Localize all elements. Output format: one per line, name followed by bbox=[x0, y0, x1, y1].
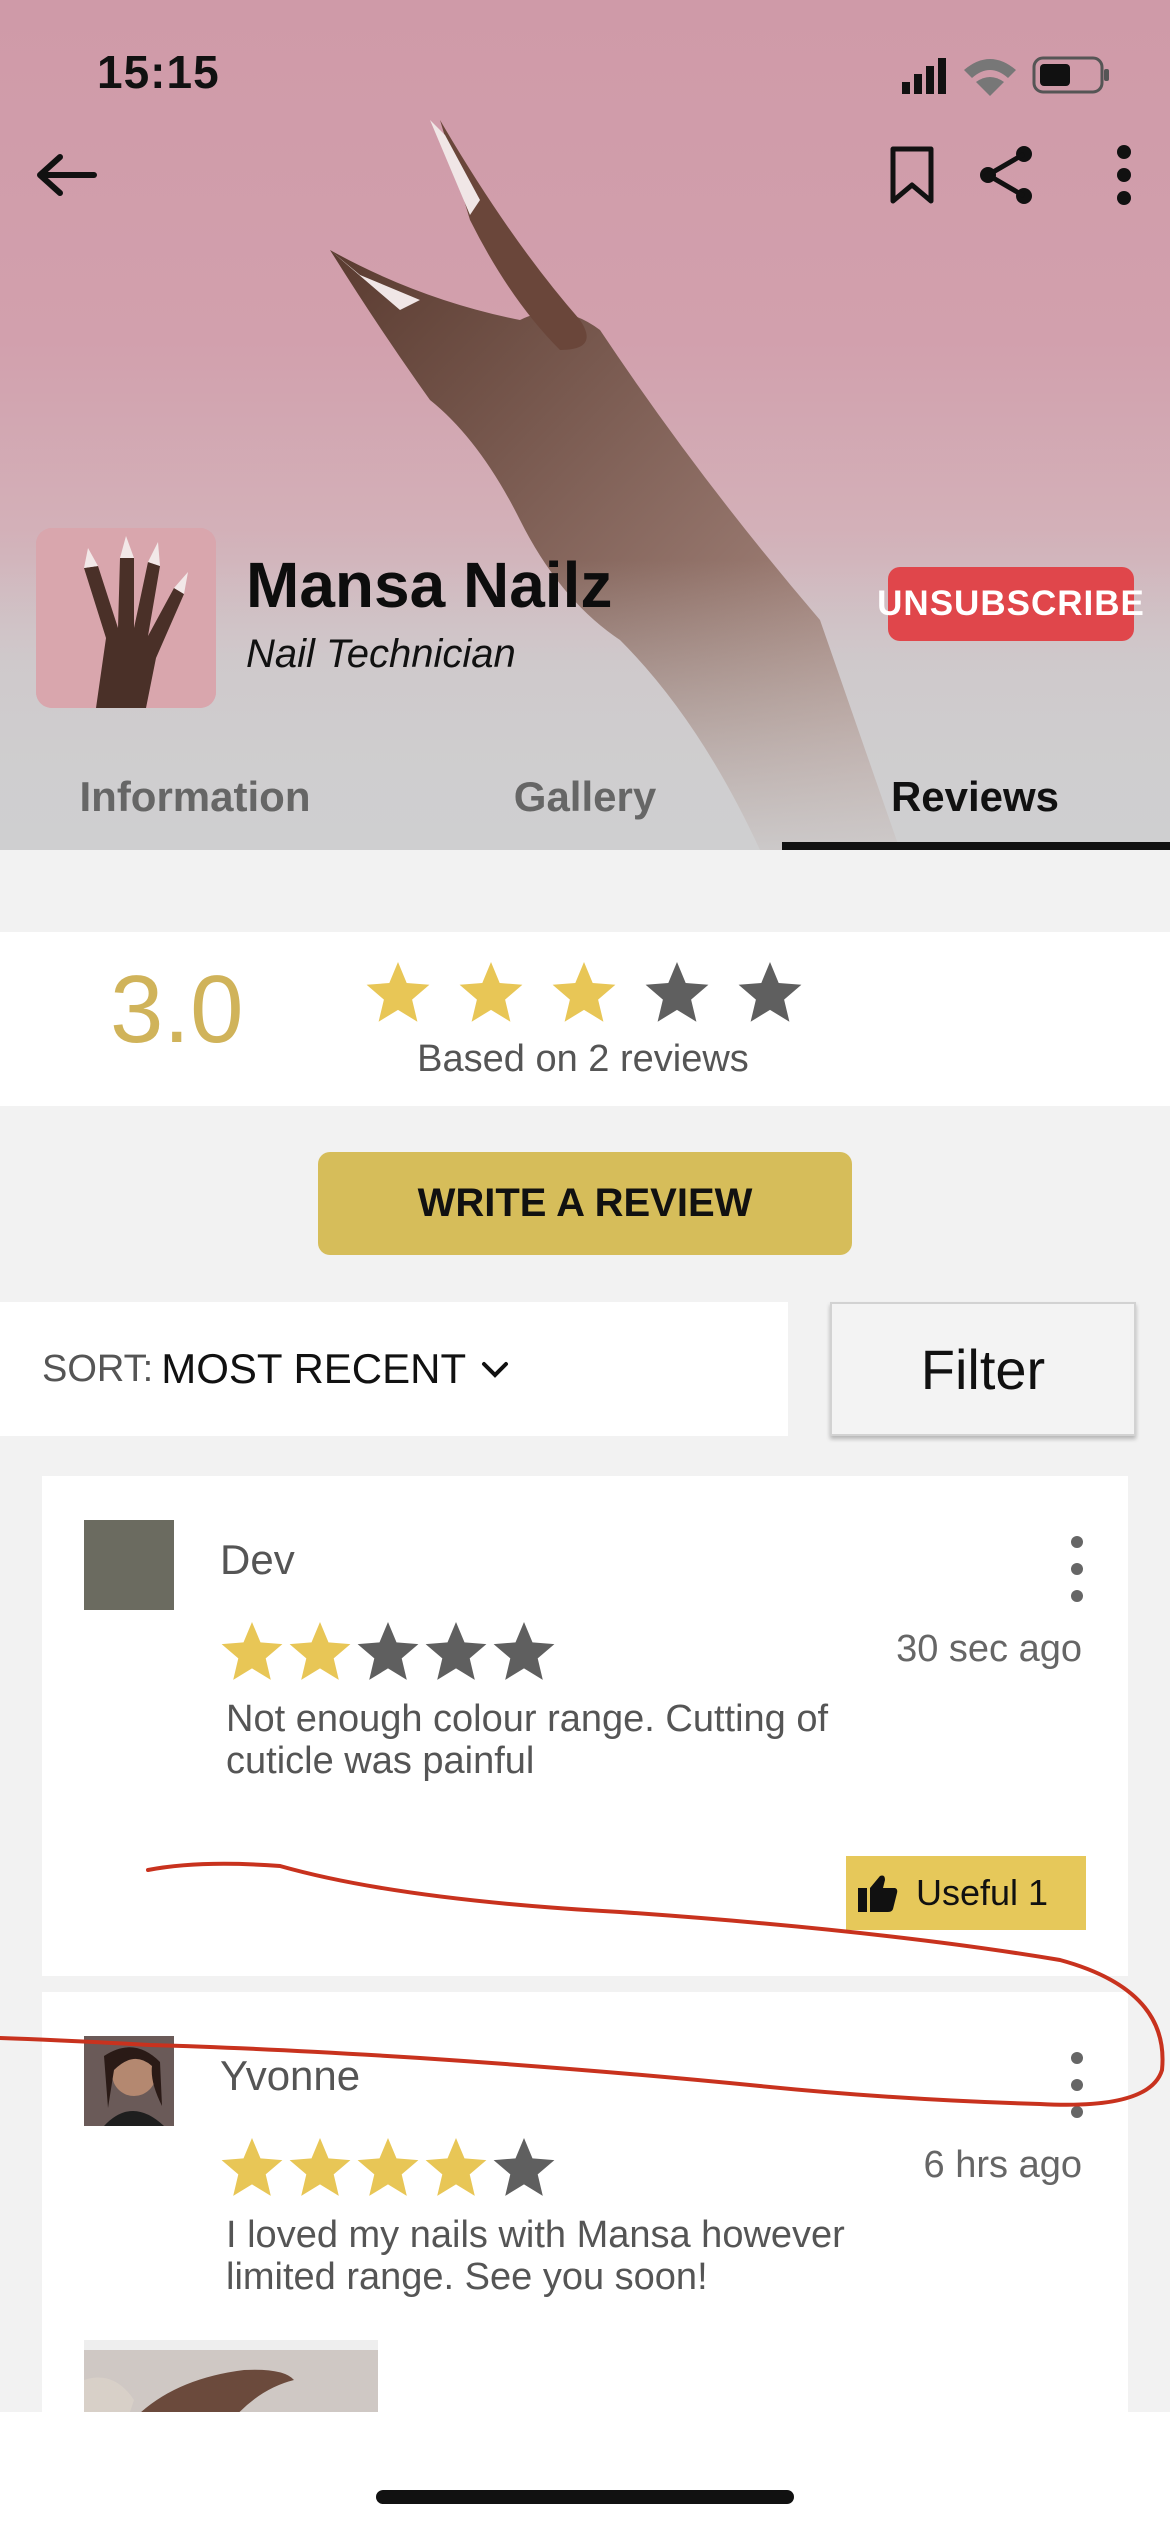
back-button[interactable] bbox=[24, 133, 108, 217]
bookmark-button[interactable] bbox=[870, 133, 954, 217]
bookmark-icon bbox=[890, 146, 934, 204]
thumbs-up-icon bbox=[858, 1875, 898, 1912]
review-stars bbox=[221, 1622, 555, 1680]
rating-count: Based on 2 reviews bbox=[417, 1038, 749, 1080]
star-icon bbox=[357, 1622, 419, 1680]
star-icon bbox=[493, 1622, 555, 1680]
home-indicator bbox=[376, 2490, 794, 2504]
review-time: 30 sec ago bbox=[896, 1628, 1082, 1670]
useful-button[interactable]: Useful 1 bbox=[846, 1856, 1086, 1930]
profile-avatar bbox=[36, 528, 216, 708]
tab-gallery[interactable]: Gallery bbox=[390, 744, 780, 850]
bottom-safe-area bbox=[0, 2412, 1170, 2532]
unsubscribe-button[interactable]: UNSUBSCRIBE bbox=[877, 567, 1144, 641]
share-button[interactable] bbox=[964, 133, 1048, 217]
star-icon bbox=[738, 962, 802, 1022]
rating-average: 3.0 bbox=[110, 956, 244, 1063]
star-icon bbox=[366, 962, 430, 1022]
write-review-button[interactable]: WRITE A REVIEW bbox=[318, 1152, 852, 1255]
chevron-down-icon bbox=[482, 1362, 509, 1378]
rating-stars bbox=[366, 962, 802, 1022]
hero-hand-image bbox=[0, 120, 1170, 850]
active-tab-indicator bbox=[782, 842, 1170, 850]
star-icon bbox=[552, 962, 616, 1022]
profile-role: Nail Technician bbox=[246, 632, 516, 676]
profile-tabs: Information Gallery Reviews bbox=[0, 744, 1170, 850]
status-time: 15:15 bbox=[97, 46, 220, 98]
review-text: I loved my nails with Mansa however limi… bbox=[226, 2214, 845, 2298]
filter-button[interactable]: Filter bbox=[830, 1302, 1136, 1436]
reviewer-avatar bbox=[84, 2036, 174, 2126]
sort-label: SORT: bbox=[42, 1347, 154, 1390]
star-icon bbox=[289, 2138, 351, 2196]
review-page: 15:15 Mansa Nailz Nail Technician UNSUBS… bbox=[0, 0, 1170, 2532]
review-photo[interactable] bbox=[84, 2340, 378, 2412]
review-card: Yvonne 6 hrs ago I loved my nails with M… bbox=[42, 1992, 1128, 2412]
more-vertical-icon[interactable] bbox=[1062, 2050, 1092, 2120]
star-icon bbox=[459, 962, 523, 1022]
sort-value: MOST RECENT bbox=[161, 1345, 467, 1392]
review-card: Dev 30 sec ago Not enough colour range. … bbox=[42, 1476, 1128, 1976]
review-text: Not enough colour range. Cutting of cuti… bbox=[226, 1698, 829, 1782]
star-icon bbox=[221, 1622, 283, 1680]
star-icon bbox=[289, 1622, 351, 1680]
more-options-button[interactable] bbox=[1082, 133, 1166, 217]
tab-information[interactable]: Information bbox=[0, 744, 390, 850]
useful-label: Useful 1 bbox=[916, 1872, 1049, 1913]
star-icon bbox=[645, 962, 709, 1022]
star-icon bbox=[425, 1622, 487, 1680]
back-arrow-icon bbox=[37, 154, 97, 196]
star-icon bbox=[357, 2138, 419, 2196]
review-time: 6 hrs ago bbox=[923, 2144, 1082, 2186]
tab-reviews[interactable]: Reviews bbox=[780, 744, 1170, 850]
profile-header: 15:15 Mansa Nailz Nail Technician UNSUBS… bbox=[0, 0, 1170, 850]
more-vertical-icon[interactable] bbox=[1062, 1534, 1092, 1604]
reviewer-name: Dev bbox=[220, 1536, 295, 1583]
star-icon bbox=[493, 2138, 555, 2196]
status-icons bbox=[902, 56, 1109, 96]
sort-dropdown[interactable]: SORT: MOST RECENT bbox=[0, 1302, 788, 1436]
more-vertical-icon bbox=[1117, 145, 1131, 205]
reviewer-name: Yvonne bbox=[220, 2052, 361, 2099]
star-icon bbox=[425, 2138, 487, 2196]
share-icon bbox=[980, 146, 1032, 204]
star-icon bbox=[221, 2138, 283, 2196]
profile-name: Mansa Nailz bbox=[246, 549, 613, 621]
reviewer-avatar bbox=[84, 1520, 174, 1610]
review-stars bbox=[221, 2138, 555, 2196]
